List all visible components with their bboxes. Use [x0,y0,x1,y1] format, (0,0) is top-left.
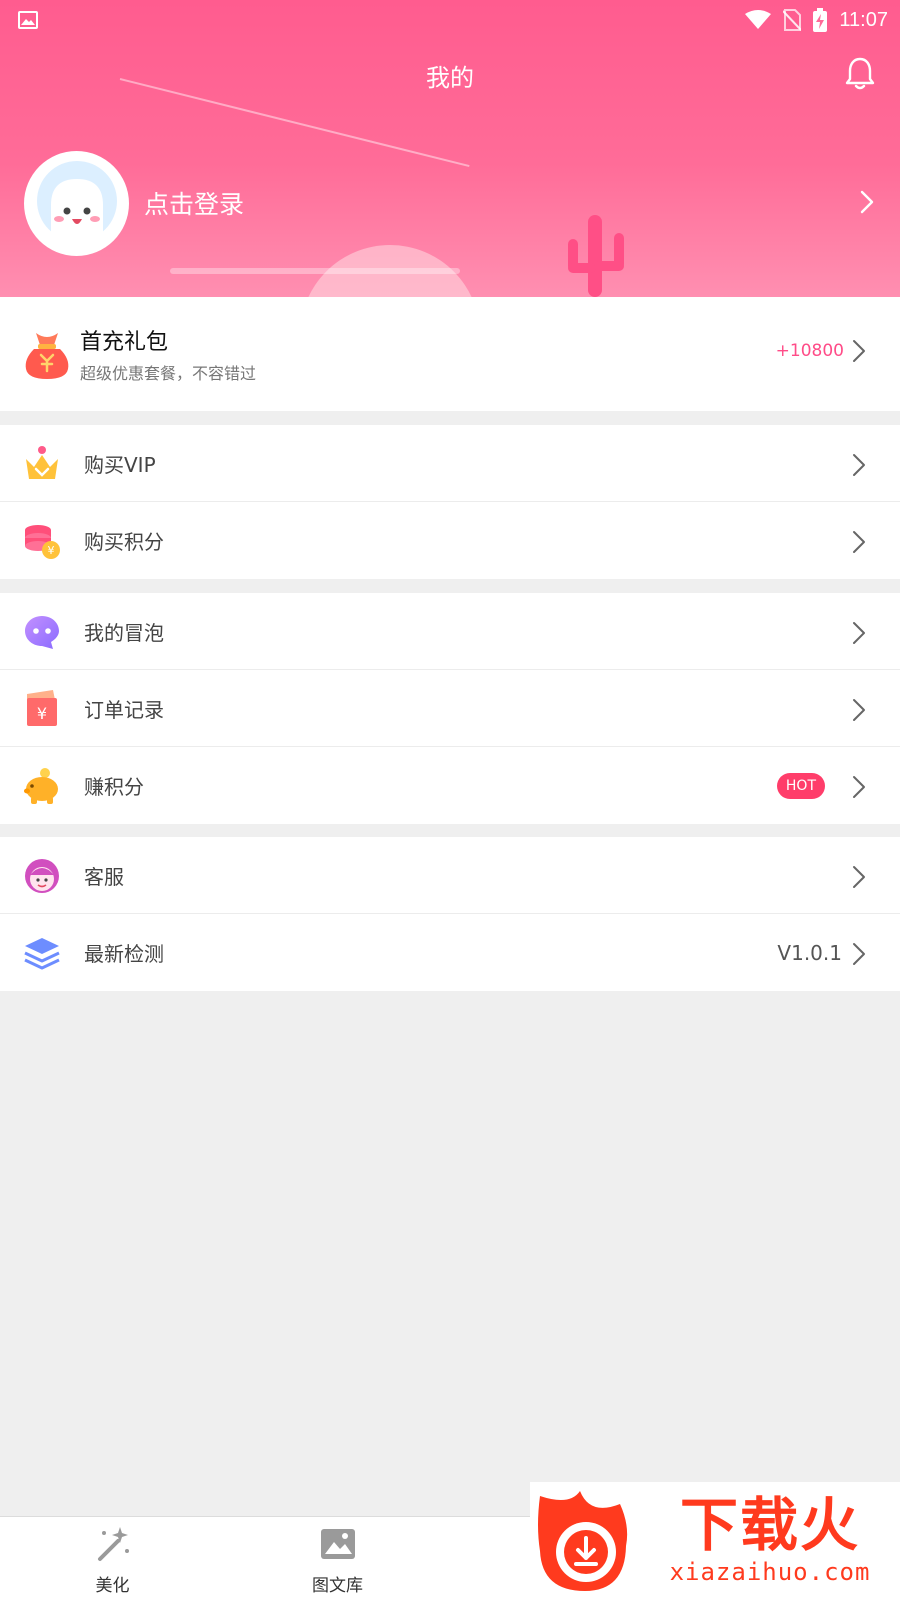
magic-wand-icon [98,1527,129,1561]
flame-logo-icon [538,1491,628,1591]
chevron-right-icon [853,531,865,553]
chevron-right-icon [853,866,865,888]
first-charge-gift-row[interactable]: 首充礼包 超级优惠套餐，不容错过 +10800 [0,297,900,411]
layers-icon [24,938,60,970]
crown-icon [26,446,58,479]
hot-badge: HOT [776,773,825,799]
login-label: 点击登录 [144,190,245,219]
menu-item-label: 购买积分 [84,530,164,554]
watermark-logo: 下载火 xiazaihuo.com [530,1482,900,1600]
decorative-cloud [170,268,460,274]
menu-group-support: 客服 最新检测 V1.0.1 [0,837,900,991]
tab-gallery[interactable]: 图文库 [225,1517,450,1600]
battery-charging-icon [813,8,828,32]
image-icon [321,1529,355,1559]
tab-beautify[interactable]: 美化 [0,1517,225,1600]
chevron-right-icon [860,190,874,214]
menu-item-my-bubbles[interactable]: 我的冒泡 [0,593,900,670]
status-time: 11:07 [839,8,888,31]
menu-item-label: 赚积分 [84,775,144,799]
chevron-right-icon [853,699,865,721]
svg-text:¥: ¥ [37,704,47,723]
coins-icon: ¥ [25,525,60,559]
page-title: 我的 [426,64,474,92]
svg-text:¥: ¥ [48,544,55,557]
status-bar: 11:07 [0,0,900,40]
gift-amount: +10800 [775,341,844,361]
menu-item-label: 购买VIP [84,452,156,477]
tab-label: 图文库 [312,1576,363,1596]
chevron-right-icon [853,776,865,798]
menu-item-label: 最新检测 [84,942,164,966]
menu-item-buy-points[interactable]: ¥ 购买积分 [0,502,900,579]
watermark-url: xiazaihuo.com [669,1558,871,1586]
image-notification-icon [18,11,38,29]
bell-icon[interactable] [845,56,875,90]
customer-service-icon [25,859,59,893]
chevron-right-icon [853,340,865,362]
chevron-right-icon [853,943,865,965]
chevron-right-icon [853,454,865,476]
menu-item-label: 客服 [84,864,124,889]
watermark-title: 下载火 [679,1491,860,1559]
watermark-text: 下载火 xiazaihuo.com [640,1492,900,1586]
gift-title: 首充礼包 [80,330,169,355]
tab-label: 美化 [95,1576,130,1596]
menu-item-earn-points[interactable]: 赚积分 HOT [0,747,900,824]
menu-item-buy-vip[interactable]: 购买VIP [0,425,900,502]
wifi-icon [745,10,772,29]
money-bag-icon [25,333,69,379]
login-row[interactable]: 点击登录 [24,150,900,256]
piggy-bank-icon [24,768,58,804]
menu-item-label: 我的冒泡 [84,620,164,645]
no-sim-icon [783,9,802,31]
menu-group-purchase: 购买VIP ¥ 购买积分 [0,425,900,579]
menu-item-label: 订单记录 [84,697,164,722]
gift-subtitle: 超级优惠套餐，不容错过 [80,364,257,383]
menu-item-customer-service[interactable]: 客服 [0,837,900,914]
avatar [24,150,129,256]
chat-bubble-icon [25,616,59,649]
ghost-avatar-icon [36,161,117,245]
chevron-right-icon [853,622,865,644]
menu-item-order-records[interactable]: ¥ 订单记录 [0,670,900,747]
wallet-icon: ¥ [27,690,57,726]
profile-header: 11:07 我的 点击登录 [0,0,900,297]
menu-item-check-update[interactable]: 最新检测 V1.0.1 [0,914,900,991]
menu-group-activity: 我的冒泡 ¥ 订单记录 赚积分 HOT [0,593,900,824]
version-value: V1.0.1 [777,940,842,965]
